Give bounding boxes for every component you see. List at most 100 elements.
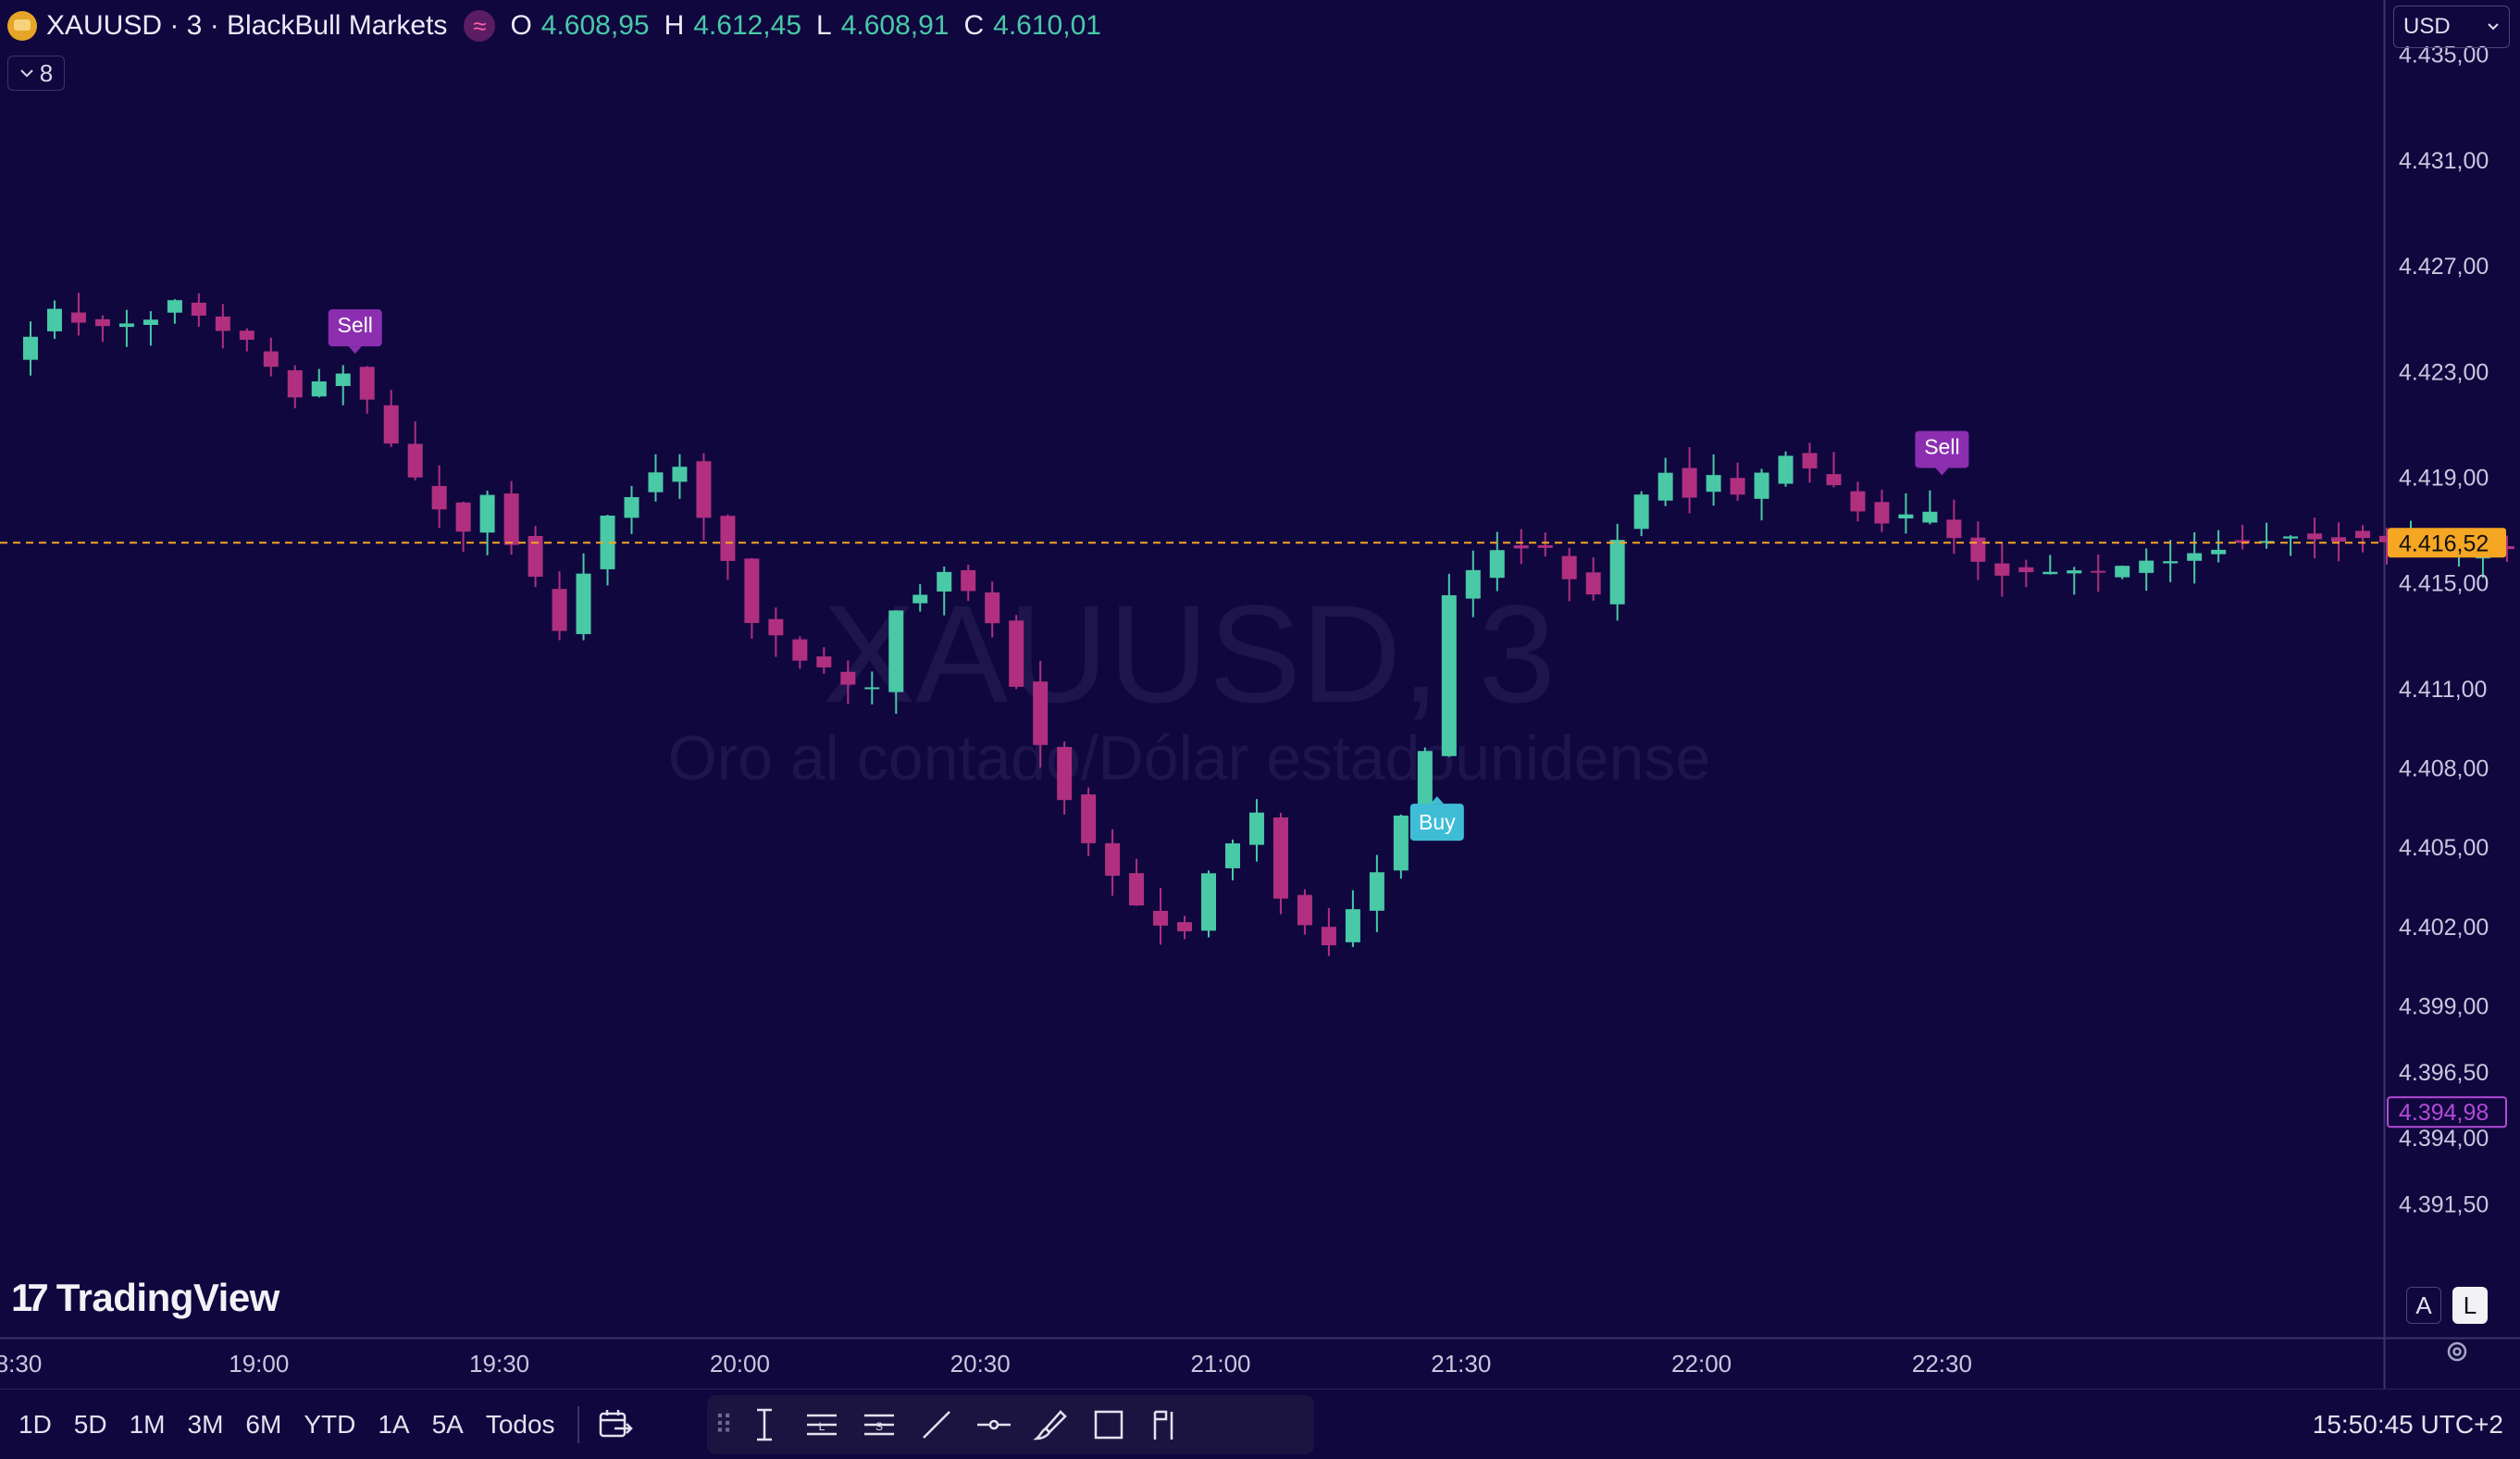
candle-body [1248, 812, 1264, 845]
candle [1682, 446, 1697, 514]
go-to-date-button[interactable] [590, 1402, 642, 1448]
flag-tool[interactable] [1140, 1402, 1192, 1448]
price-chart[interactable]: 4.435,004.431,004.427,004.423,004.419,00… [0, 0, 2520, 1389]
range-1m-button[interactable]: 1M [118, 1402, 177, 1448]
drag-handle-icon[interactable]: ⠿ [714, 1406, 734, 1443]
candle-body [1633, 494, 1649, 530]
candle-body [383, 405, 399, 444]
ohlc-close-key: C [963, 10, 985, 41]
candle [1129, 858, 1145, 906]
candle-body [1224, 843, 1240, 868]
time-tick-label: 19:00 [229, 1350, 289, 1378]
candle-body [1754, 472, 1769, 499]
candle [2139, 548, 2154, 592]
signal-pointer [1430, 796, 1444, 804]
range-5a-button[interactable]: 5A [421, 1402, 475, 1448]
bottom-toolbar: 1D 5D 1M 3M 6M YTD 1A 5A Todos ⠿ L S 15:… [0, 1389, 2520, 1459]
candle-body [1609, 540, 1625, 605]
brush-tool[interactable] [1025, 1402, 1077, 1448]
candle [1778, 451, 1794, 487]
candle-body [624, 496, 639, 518]
price-tick-label: 4.415,00 [2399, 571, 2489, 597]
range-1a-button[interactable]: 1A [366, 1402, 420, 1448]
candle [720, 514, 736, 580]
reference-price-label: 4.416,52 [2388, 528, 2506, 558]
candle-body [1441, 594, 1457, 756]
last-price-label: 4.394,98 [2387, 1096, 2507, 1129]
time-tick-label: 20:30 [950, 1350, 1011, 1378]
candle [1657, 457, 1673, 506]
candle [2091, 554, 2106, 592]
data-source-icon[interactable]: ≈ [464, 10, 496, 42]
candle-body [816, 656, 832, 667]
candle [2283, 535, 2299, 556]
range-all-button[interactable]: Todos [475, 1402, 566, 1448]
range-1d-button[interactable]: 1D [7, 1402, 63, 1448]
time-tick-label: 8:30 [0, 1350, 42, 1378]
candle-body [167, 300, 182, 313]
signal-pointer [348, 346, 362, 355]
range-3m-button[interactable]: 3M [177, 1402, 235, 1448]
auto-scale-button[interactable]: A [2406, 1287, 2441, 1324]
candle-body [2139, 560, 2154, 573]
svg-text:S: S [875, 1420, 883, 1433]
ohlc-high-value: 4.612,45 [693, 10, 802, 41]
candle [1153, 887, 1169, 945]
candle-body [1057, 746, 1073, 801]
candle-body [1033, 681, 1049, 745]
log-scale-button[interactable]: L [2452, 1287, 2488, 1324]
candle [1561, 547, 1577, 602]
line-tool[interactable] [911, 1402, 962, 1448]
signal-text: Buy [1419, 810, 1456, 834]
candle-body [1321, 927, 1336, 946]
candle-body [2091, 570, 2106, 573]
rectangle-icon [1094, 1410, 1123, 1440]
currency-select[interactable]: USD [2393, 6, 2510, 48]
price-tick-label: 4.402,00 [2399, 915, 2489, 941]
tradingview-mark-icon: 17 [11, 1276, 49, 1319]
candle-body [1730, 478, 1745, 495]
price-tick-label: 4.394,00 [2399, 1126, 2489, 1152]
time-tick-label: 21:00 [1190, 1350, 1250, 1378]
time-tick-label: 22:30 [1912, 1350, 1972, 1378]
price-tick-label: 4.411,00 [2399, 677, 2487, 703]
symbol-title[interactable]: XAUUSD · 3 · BlackBull Markets [46, 10, 447, 42]
reference-price-text: 4.416,52 [2399, 530, 2489, 556]
candle-body [94, 318, 110, 327]
candle [1033, 660, 1049, 768]
candle-body [191, 302, 206, 316]
time-axis-settings-button[interactable] [2434, 1324, 2480, 1379]
range-5d-button[interactable]: 5D [63, 1402, 118, 1448]
sell-signal: Sell [1915, 430, 1969, 476]
candle [768, 607, 784, 657]
candle [1898, 493, 1914, 534]
candle-body [2163, 561, 2179, 564]
candle [431, 465, 447, 529]
candle [167, 299, 182, 324]
candle [1297, 889, 1312, 935]
rectangle-tool[interactable] [1083, 1402, 1135, 1448]
price-tick-label: 4.423,00 [2399, 359, 2489, 385]
indicators-toggle-button[interactable]: 8 [7, 56, 65, 91]
candle-body [1369, 872, 1384, 911]
candle [191, 293, 206, 327]
candle-body [2355, 530, 2371, 539]
range-6m-button[interactable]: 6M [234, 1402, 292, 1448]
range-ytd-button[interactable]: YTD [292, 1402, 366, 1448]
candle [215, 304, 230, 349]
candle-body [46, 308, 62, 331]
brush-icon [1033, 1410, 1067, 1440]
clock-timezone[interactable]: 15:50:45 UTC+2 [2313, 1390, 2503, 1459]
candle [2042, 555, 2058, 575]
fib-tool[interactable]: S [853, 1402, 905, 1448]
candle-body [864, 687, 880, 690]
candle [672, 454, 688, 499]
candle [1224, 839, 1240, 880]
candle [1537, 532, 1553, 557]
text-cursor-tool[interactable] [739, 1402, 790, 1448]
candle-body [1201, 873, 1217, 931]
candle-body [1946, 519, 1962, 539]
trend-lines-tool[interactable]: L [796, 1402, 848, 1448]
candle [1513, 529, 1529, 565]
horizontal-ray-tool[interactable] [968, 1402, 1020, 1448]
